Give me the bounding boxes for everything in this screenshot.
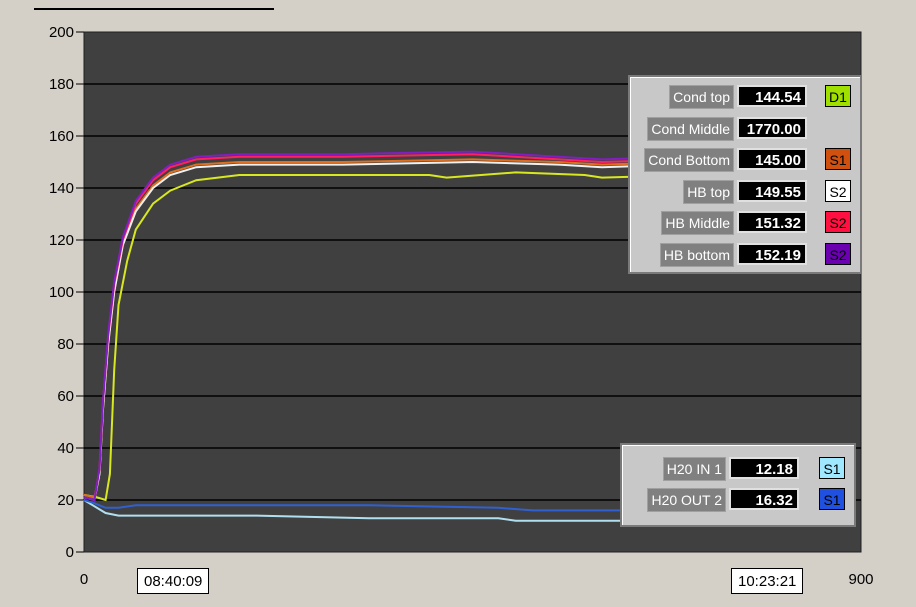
legend-swatch-h20-in-1[interactable]: S1 xyxy=(819,457,845,479)
x-tick-end: 900 xyxy=(848,571,873,588)
legend-row-hb-bottom: HB bottom xyxy=(630,242,734,267)
x-tick-start: 0 xyxy=(80,571,88,588)
legend-swatch-cond-bottom[interactable]: S1 xyxy=(825,148,851,170)
legend-value-h20-in-1: 12.18 xyxy=(729,457,799,479)
y-axis-ticks: 0 20 40 60 80 100 120 140 160 180 200 xyxy=(49,24,84,561)
y-tick-label: 200 xyxy=(49,24,74,41)
legend-row-hb-middle: HB Middle xyxy=(630,211,734,235)
legend-value-cond-bottom: 145.00 xyxy=(737,148,807,170)
legend-row-cond-middle: Cond Middle xyxy=(630,116,734,141)
y-tick-label: 0 xyxy=(66,544,74,561)
legend-label: HB top xyxy=(683,179,734,204)
legend-value-cond-middle: 1770.00 xyxy=(737,116,807,139)
legend-row-cond-bottom: Cond Bottom xyxy=(630,148,734,172)
legend-label: Cond top xyxy=(669,85,734,109)
y-tick-label: 120 xyxy=(49,232,74,249)
legend-row-h20-in-1: H20 IN 1 xyxy=(622,457,726,481)
y-tick-label: 40 xyxy=(57,440,74,457)
y-tick-label: 140 xyxy=(49,180,74,197)
legend-swatch-hb-top[interactable]: S2 xyxy=(825,179,851,202)
y-tick-label: 100 xyxy=(49,284,74,301)
water-legend: H20 IN 1 12.18 S1 H20 OUT 2 16.32 S1 xyxy=(620,443,856,527)
legend-label: Cond Middle xyxy=(647,116,734,141)
legend-value-hb-middle: 151.32 xyxy=(737,211,807,233)
legend-label: Cond Bottom xyxy=(644,148,734,172)
legend-label: H20 OUT 2 xyxy=(647,488,726,512)
legend-row-cond-top: Cond top xyxy=(630,85,734,109)
legend-value-hb-bottom: 152.19 xyxy=(737,242,807,265)
y-tick-label: 80 xyxy=(57,336,74,353)
chart-window: 0 20 40 60 80 100 120 140 160 180 200 0 900 08:40:… xyxy=(0,0,916,607)
legend-swatch-cond-top[interactable]: D1 xyxy=(825,85,851,107)
end-time-readout: 10:23:21 xyxy=(731,568,804,594)
legend-label: H20 IN 1 xyxy=(662,457,726,481)
legend-value-hb-top: 149.55 xyxy=(737,179,807,202)
start-time-readout: 08:40:09 xyxy=(137,568,210,594)
legend-value-h20-out-2: 16.32 xyxy=(729,488,799,510)
y-tick-label: 60 xyxy=(57,388,74,405)
y-tick-label: 20 xyxy=(57,492,74,509)
legend-label: HB bottom xyxy=(659,242,734,267)
legend-value-cond-top: 144.54 xyxy=(737,85,807,107)
legend-swatch-hb-middle[interactable]: S2 xyxy=(825,211,851,233)
legend-swatch-hb-bottom[interactable]: S2 xyxy=(825,242,851,265)
y-tick-label: 180 xyxy=(49,76,74,93)
legend-row-h20-out-2: H20 OUT 2 xyxy=(622,488,726,512)
legend-swatch-h20-out-2[interactable]: S1 xyxy=(819,488,845,510)
temperature-legend: Cond top 144.54 D1 Cond Middle 1770.00 Cond B… xyxy=(628,75,862,274)
legend-label: HB Middle xyxy=(661,211,734,235)
y-tick-label: 160 xyxy=(49,128,74,145)
legend-row-hb-top: HB top xyxy=(630,179,734,204)
